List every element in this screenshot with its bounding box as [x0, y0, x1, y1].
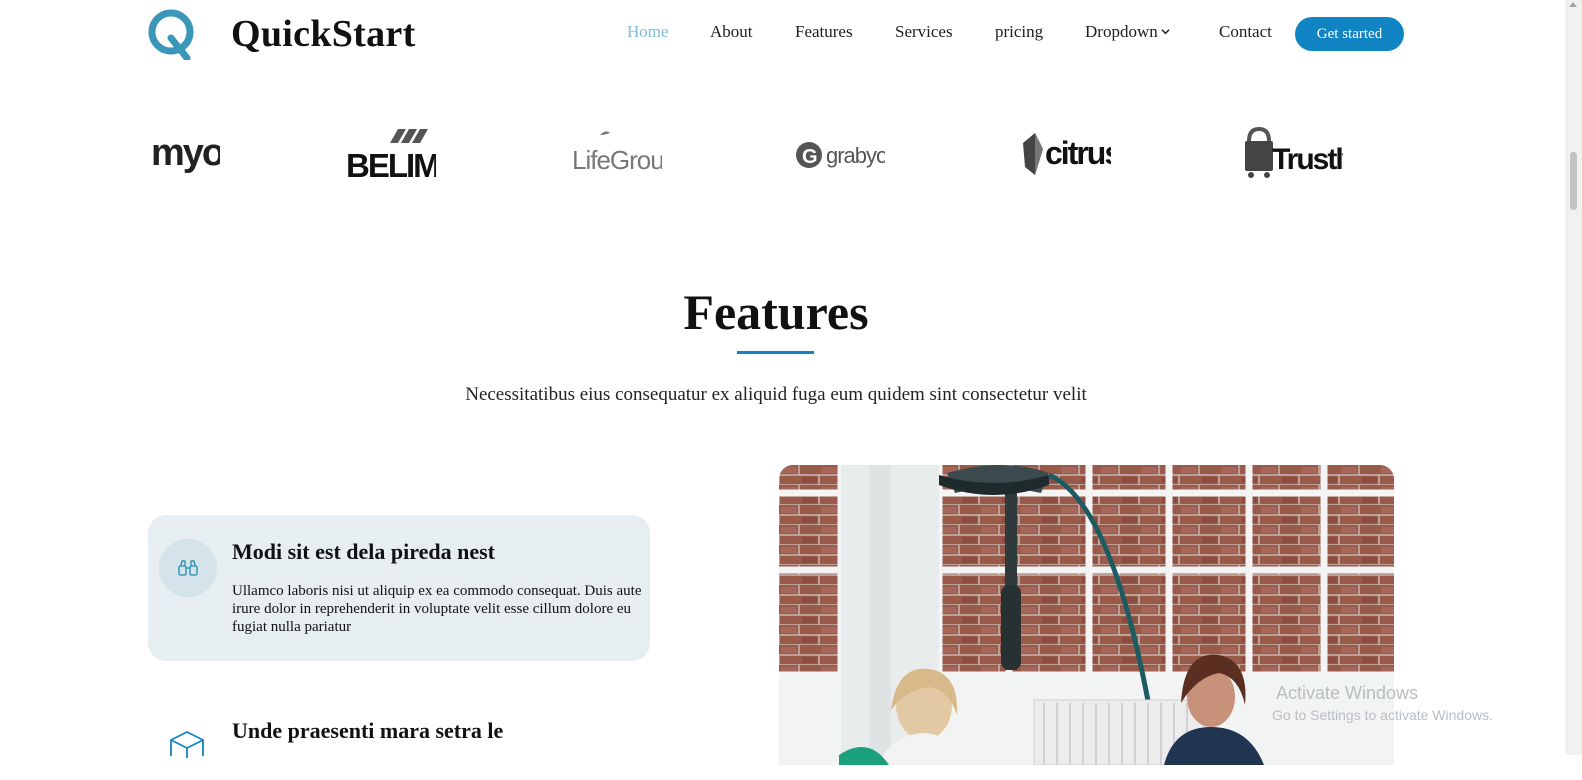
trustly-logo: Trustly [1243, 115, 1343, 195]
svg-text:grabyo: grabyo [826, 143, 885, 168]
title-underline [737, 351, 814, 354]
svg-text:G: G [802, 146, 818, 168]
myob-logo: myob [150, 115, 220, 195]
chevron-down-icon [1161, 29, 1170, 35]
page-scrollbar[interactable] [1565, 0, 1582, 755]
svg-text:Trustly: Trustly [1272, 143, 1343, 176]
feature-text: Ullamco laboris nisi ut aliquip ex ea co… [232, 583, 642, 635]
get-started-button[interactable]: Get started [1295, 17, 1404, 51]
feature-item-2[interactable]: Unde praesenti mara setra le [148, 700, 650, 780]
features-title: Features [683, 284, 869, 340]
feature-title: Unde praesenti mara setra le [232, 718, 504, 743]
nav-home[interactable]: Home [627, 22, 669, 42]
lifegroups-logo: LifeGroups [572, 115, 662, 195]
feature-item-1[interactable]: Modi sit est dela pireda nest Ullamco la… [148, 515, 650, 661]
scrollbar-thumb[interactable] [1570, 152, 1577, 210]
feature-title: Modi sit est dela pireda nest [232, 539, 495, 564]
svg-text:citrus: citrus [1045, 135, 1111, 171]
activate-windows-hint: Go to Settings to activate Windows. [1272, 707, 1493, 723]
activate-windows-title: Activate Windows [1276, 683, 1419, 703]
nav-services[interactable]: Services [895, 22, 953, 42]
nav-dropdown-label: Dropdown [1085, 22, 1158, 41]
nav-dropdown[interactable]: Dropdown [1085, 22, 1170, 42]
belimo-logo: BELIMO [346, 115, 436, 195]
features-subtitle: Necessitatibus eius consequatur ex aliqu… [465, 384, 1087, 405]
scroll-up-arrow-icon[interactable] [1569, 2, 1577, 7]
brand-name[interactable]: QuickStart [231, 12, 416, 56]
quickstart-logo-icon[interactable] [147, 8, 197, 62]
nav-contact[interactable]: Contact [1219, 22, 1272, 42]
svg-text:myob: myob [151, 132, 220, 174]
nav-pricing[interactable]: pricing [995, 22, 1043, 42]
citrus-logo: citrus [1021, 115, 1111, 195]
grabyo-logo: G grabyo [795, 115, 885, 195]
svg-text:LifeGroups: LifeGroups [572, 145, 662, 175]
nav-features[interactable]: Features [795, 22, 853, 42]
clients-strip: myob BELIMO LifeGroups G grabyo citrus [0, 115, 1565, 195]
box-icon [159, 720, 217, 778]
site-header: QuickStart Home About Features Services … [0, 0, 1565, 70]
svg-text:BELIMO: BELIMO [346, 147, 436, 184]
binoculars-icon [159, 539, 217, 597]
nav-about[interactable]: About [710, 22, 753, 42]
